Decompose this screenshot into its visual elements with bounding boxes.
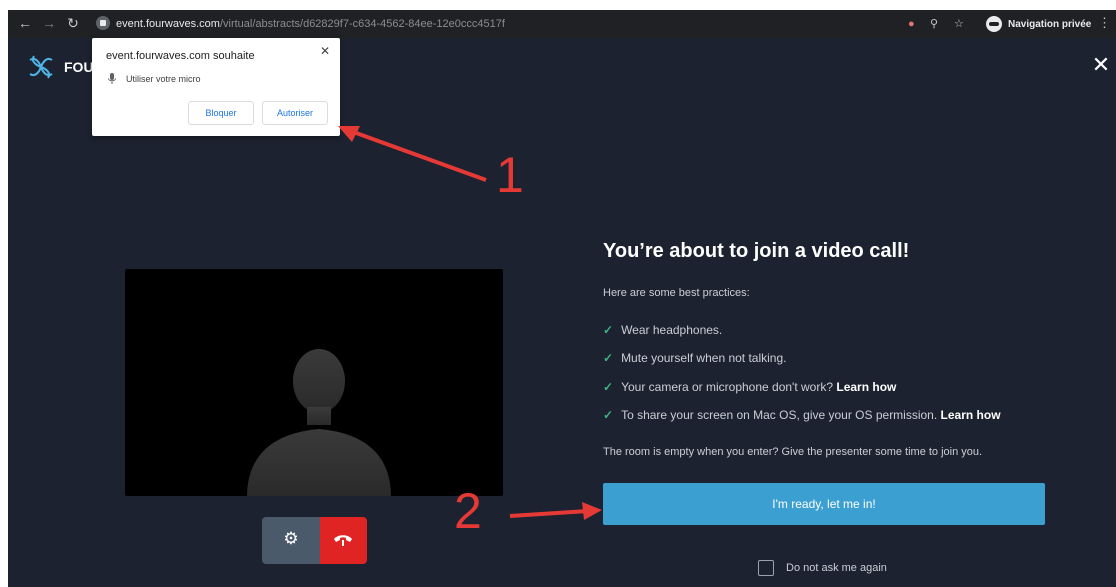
annotation-number-2: 2 [454,483,482,539]
url-path: /virtual/abstracts/d62829f7-c634-4562-84… [219,18,505,30]
back-icon[interactable]: ← [16,14,34,32]
fourwaves-logo-icon[interactable] [28,54,54,80]
tip-item: ✓ Your camera or microphone don't work? L… [603,379,896,395]
learn-how-link[interactable]: Learn how [836,380,896,394]
tip-text: Your camera or microphone don't work? [621,380,834,394]
lock-icon[interactable] [96,16,110,30]
ready-join-button[interactable]: I'm ready, let me in! [603,483,1045,525]
dont-ask-again-label: Do not ask me again [786,562,887,574]
profile-label: Navigation privée [1008,18,1092,30]
forward-icon[interactable]: → [40,14,58,32]
url-text[interactable]: event.fourwaves.com/virtual/abstracts/d6… [116,16,505,32]
url-host: event.fourwaves.com [116,18,220,30]
popup-permission-text: Utiliser votre micro [126,74,201,84]
best-practices-intro: Here are some best practices: [603,287,750,299]
annotation-arrow-1 [338,126,487,182]
empty-room-note: The room is empty when you enter? Give t… [603,446,983,458]
tip-text: Wear headphones. [621,323,723,337]
learn-how-link[interactable]: Learn how [941,408,1001,422]
browser-toolbar: ← → ↻ event.fourwaves.com/virtual/abstra… [8,10,1116,38]
dont-ask-again-checkbox[interactable] [758,560,774,576]
mic-blocked-icon[interactable]: ● [908,16,915,32]
gear-icon: ⚙ [283,529,299,548]
bookmark-star-icon[interactable]: ☆ [954,16,964,32]
allow-button[interactable]: Autoriser [262,101,328,125]
tip-item: ✓ Wear headphones. [603,322,722,338]
browser-menu-icon[interactable]: ⋮ [1098,14,1111,32]
hang-up-button[interactable] [320,517,367,564]
check-icon: ✓ [603,380,614,394]
incognito-icon [986,16,1002,32]
popup-close-icon[interactable]: ✕ [320,44,330,58]
check-icon: ✓ [603,351,614,365]
permission-popup: event.fourwaves.com souhaite ✕ Utiliser … [92,38,340,136]
tip-item: ✓ Mute yourself when not talking. [603,350,786,366]
tip-item: ✓ To share your screen on Mac OS, give yo… [603,407,1001,423]
profile-chip[interactable]: Navigation privée [986,15,1091,33]
user-silhouette-icon [247,349,391,496]
browser-window: ← → ↻ event.fourwaves.com/virtual/abstra… [8,10,1116,587]
popup-title: event.fourwaves.com souhaite [106,50,255,62]
annotation-number-1: 1 [496,147,524,203]
join-title: You’re about to join a video call! [603,240,910,262]
phone-hangup-icon [334,535,352,546]
reload-icon[interactable]: ↻ [64,14,82,32]
tip-text: Mute yourself when not talking. [621,351,787,365]
video-preview [125,269,503,496]
tip-text: To share your screen on Mac OS, give you… [621,408,938,422]
annotation-arrow-2 [509,502,602,520]
microphone-icon [108,73,116,84]
settings-button[interactable]: ⚙ [262,517,320,564]
close-icon[interactable]: ✕ [1090,54,1112,76]
check-icon: ✓ [603,408,614,422]
block-button[interactable]: Bloquer [188,101,254,125]
check-icon: ✓ [603,323,614,337]
brand-name: FOU [64,59,94,75]
zoom-icon[interactable]: ⚲ [930,16,938,32]
dont-ask-again-option[interactable]: Do not ask me again [758,560,887,576]
